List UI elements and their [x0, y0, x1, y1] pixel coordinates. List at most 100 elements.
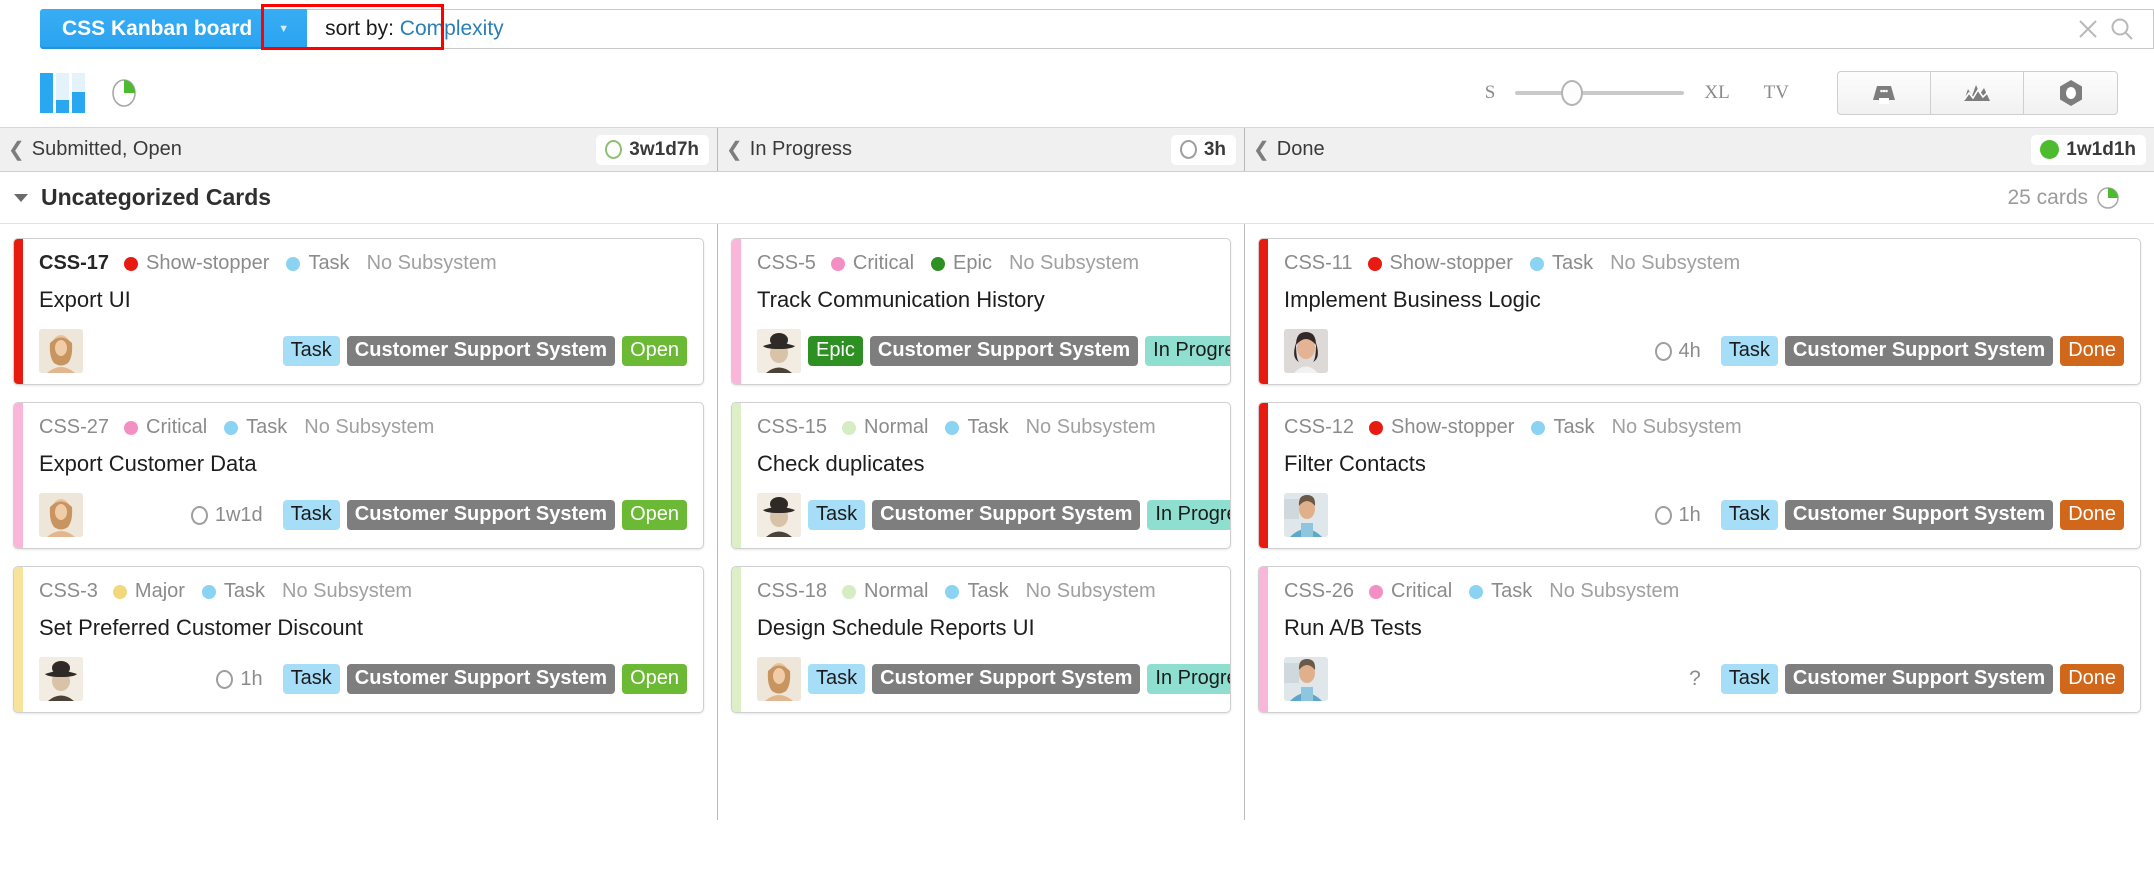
chevron-left-icon[interactable]: ❮ — [726, 140, 743, 160]
priority-dot-icon — [1367, 256, 1382, 271]
card-subsystem: No Subsystem — [1549, 580, 1680, 602]
column-header-in-progress[interactable]: ❮ In Progress 3h — [718, 128, 1245, 171]
card-priority: Show-stopper — [1369, 416, 1514, 439]
board-selector[interactable]: CSS Kanban board ▼ — [40, 9, 308, 49]
avatar[interactable] — [1284, 657, 1328, 701]
close-icon[interactable] — [2071, 12, 2105, 46]
card-css-12[interactable]: CSS-12 Show-stopper Task No Subsystem Fi… — [1258, 402, 2141, 549]
card-type-badge[interactable]: Task — [808, 664, 866, 694]
card-priority: Major — [112, 580, 185, 603]
card-priority-label: Show-stopper — [1389, 252, 1513, 274]
card-priority-label: Critical — [146, 416, 208, 438]
chevron-left-icon[interactable]: ❮ — [1253, 140, 1270, 160]
card-estimate-value: 1h — [1678, 503, 1701, 526]
card-css-18[interactable]: CSS-18 Normal Task No Subsystem Design S… — [731, 566, 1231, 713]
slider-track[interactable] — [1515, 79, 1685, 106]
card-css-17[interactable]: CSS-17 Show-stopper Task No Subsystem Ex… — [13, 238, 704, 385]
priority-dot-icon — [842, 420, 857, 435]
chevron-down-icon[interactable] — [14, 193, 28, 202]
card-css-11[interactable]: CSS-11 Show-stopper Task No Subsystem Im… — [1258, 238, 2141, 385]
avatar[interactable] — [39, 493, 83, 537]
card-type-badge[interactable]: Task — [282, 500, 340, 530]
card-project-badge[interactable]: Customer Support System — [1784, 500, 2054, 530]
card-css-26[interactable]: CSS-26 Critical Task No Subsystem Run A/… — [1258, 566, 2141, 713]
column-time-badge: 1w1d1h — [2031, 134, 2146, 165]
board-bars-icon[interactable] — [40, 72, 85, 113]
swimlane-header[interactable]: Uncategorized Cards 25 cards — [0, 172, 2154, 224]
column-header-done[interactable]: ❮ Done 1w1d1h — [1245, 128, 2154, 171]
column-header-open[interactable]: ❮ Submitted, Open 3w1d7h — [0, 128, 718, 171]
card-project-badge[interactable]: Customer Support System — [869, 336, 1139, 366]
pie-chart-icon[interactable] — [111, 78, 137, 108]
column-headers: ❮ Submitted, Open 3w1d7h ❮ In Progress 3… — [0, 128, 2154, 172]
card-type-label: Task — [967, 580, 1009, 602]
card-project-badge[interactable]: Customer Support System — [346, 336, 616, 366]
card-type-badge[interactable]: Task — [808, 500, 866, 530]
type-dot-icon — [1469, 584, 1484, 599]
card-type-badge[interactable]: Task — [282, 664, 340, 694]
card-id: CSS-17 — [39, 252, 110, 274]
avatar[interactable] — [757, 657, 801, 701]
card-meta: CSS-15 Normal Task No Subsystem — [757, 416, 1214, 439]
card-type: Task — [224, 416, 287, 439]
column-time-value: 3w1d7h — [629, 138, 699, 160]
card-type-badge[interactable]: Task — [1720, 664, 1778, 694]
avatar[interactable] — [1284, 329, 1328, 373]
card-priority: Critical — [830, 252, 915, 275]
card-status-badge[interactable]: In Progress — [1147, 664, 1230, 694]
avatar[interactable] — [39, 329, 83, 373]
chevron-left-icon[interactable]: ❮ — [8, 140, 25, 160]
tv-mode-button[interactable]: TV — [1764, 82, 1789, 104]
card-status-badge[interactable]: Open — [622, 336, 687, 366]
card-type-badge[interactable]: Task — [1720, 500, 1778, 530]
toolbar-button-group — [1837, 70, 2118, 115]
card-status-badge[interactable]: In Progress — [1147, 500, 1230, 530]
card-status-badge[interactable]: Open — [622, 664, 687, 694]
card-css-3[interactable]: CSS-3 Major Task No Subsystem Set Prefer… — [13, 566, 704, 713]
card-project-badge[interactable]: Customer Support System — [346, 500, 616, 530]
card-project-badge[interactable]: Customer Support System — [1784, 336, 2054, 366]
priority-bar — [14, 567, 23, 712]
card-priority-label: Critical — [852, 252, 915, 274]
card-footer: 1h Task Customer Support System Done — [1284, 493, 2124, 537]
card-status-badge[interactable]: Done — [2060, 500, 2124, 530]
card-project-badge[interactable]: Customer Support System — [872, 664, 1141, 694]
card-css-5[interactable]: CSS-5 Critical Epic No Subsystem Track C… — [731, 238, 1231, 385]
card-type-label: Epic — [953, 252, 992, 274]
card-title: Track Communication History — [757, 287, 1045, 312]
estimate-ring-icon — [1654, 341, 1672, 361]
card-estimate: 4h — [1654, 340, 1701, 363]
card-css-27[interactable]: CSS-27 Critical Task No Subsystem Export… — [13, 402, 704, 549]
priority-bar — [732, 567, 741, 712]
card-title: Implement Business Logic — [1284, 287, 1541, 312]
search-input[interactable]: sort by: Complexity — [307, 9, 2154, 49]
card-status-badge[interactable]: In Progress — [1145, 336, 1230, 366]
card-type-badge[interactable]: Epic — [808, 336, 863, 366]
card-status-badge[interactable]: Done — [2060, 336, 2124, 366]
card-type-badge[interactable]: Task — [282, 336, 340, 366]
card-type-badge[interactable]: Task — [1720, 336, 1778, 366]
card-size-slider[interactable]: S XL — [1485, 79, 1730, 106]
avatar[interactable] — [39, 657, 83, 701]
archive-button[interactable] — [1838, 71, 1931, 114]
card-estimate-value: 1h — [240, 667, 263, 690]
settings-button[interactable] — [2024, 72, 2117, 114]
card-meta: CSS-26 Critical Task No Subsystem — [1284, 580, 2124, 603]
avatar[interactable] — [757, 329, 801, 373]
card-css-15[interactable]: CSS-15 Normal Task No Subsystem Check du… — [731, 402, 1231, 549]
card-status-badge[interactable]: Done — [2060, 664, 2124, 694]
card-footer: Epic Customer Support System In Progress — [757, 329, 1230, 373]
search-icon[interactable] — [2105, 12, 2139, 46]
card-project-badge[interactable]: Customer Support System — [872, 500, 1141, 530]
card-footer: 1h Task Customer Support System Open — [39, 657, 687, 701]
card-project-badge[interactable]: Customer Support System — [346, 664, 616, 694]
priority-dot-icon — [124, 420, 139, 435]
chart-button[interactable] — [1931, 71, 2024, 114]
card-priority-label: Normal — [864, 416, 929, 438]
card-status-badge[interactable]: Open — [622, 500, 687, 530]
column-time-badge: 3h — [1170, 134, 1236, 165]
slider-knob[interactable] — [1561, 79, 1584, 106]
avatar[interactable] — [1284, 493, 1328, 537]
avatar[interactable] — [757, 493, 801, 537]
card-project-badge[interactable]: Customer Support System — [1784, 664, 2054, 694]
